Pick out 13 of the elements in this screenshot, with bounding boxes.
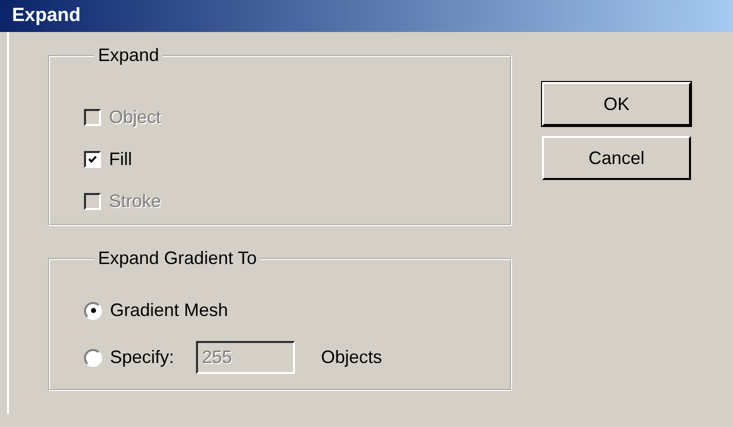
check-icon	[88, 154, 97, 164]
checkbox-label[interactable]: Fill	[109, 148, 132, 170]
group-label: Expand Gradient To	[97, 248, 258, 269]
window-title: Expand	[12, 5, 81, 27]
checkbox[interactable]	[84, 150, 101, 168]
ok-button[interactable]: OK	[542, 82, 691, 126]
radio-button[interactable]	[84, 302, 102, 320]
radio-label[interactable]: Gradient Mesh	[110, 300, 228, 321]
unit-label: Objects	[321, 347, 382, 368]
group-label: Expand	[97, 45, 160, 66]
radio-label[interactable]: Specify:	[110, 347, 174, 368]
cancel-button[interactable]: Cancel	[542, 136, 691, 180]
radio-button[interactable]	[84, 348, 102, 366]
